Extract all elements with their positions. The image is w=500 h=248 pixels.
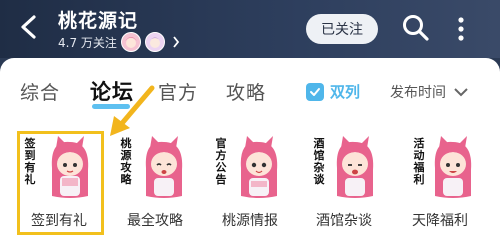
tab-bar: 综合 论坛 官方 攻略 双列 发布时间 [0, 58, 500, 122]
item-label: 桃源情报 [222, 213, 278, 229]
avatar [120, 32, 141, 52]
toggle-label: 双列 [330, 83, 361, 101]
annotation-arrow-icon [110, 85, 155, 136]
follow-button[interactable]: 已关注 [306, 14, 378, 44]
sort-label: 发布时间 [390, 85, 446, 101]
item-label: 签到有礼 [31, 213, 87, 229]
follower-info[interactable]: 4.7 万关注 [58, 32, 180, 52]
tab-official[interactable]: 官方 [158, 78, 198, 105]
check-icon [306, 82, 324, 101]
forum-item-news[interactable]: 官方公告 桃源情报 [205, 132, 295, 236]
sort-dropdown[interactable]: 发布时间 [390, 82, 468, 102]
follower-count: 4.7 万关注 [58, 35, 117, 50]
character-icon: 活动福利 [403, 134, 477, 202]
page-title: 桃花源记 [58, 10, 139, 32]
forum-item-checkin[interactable]: 签到有礼 签到有礼 [14, 132, 104, 236]
avatar [144, 32, 165, 52]
search-icon[interactable] [401, 13, 431, 43]
tab-general[interactable]: 综合 [20, 78, 60, 105]
double-column-toggle[interactable]: 双列 [306, 81, 360, 102]
chevron-down-icon [454, 87, 468, 96]
chevron-right-icon [173, 36, 180, 48]
more-vertical-icon[interactable] [452, 14, 470, 44]
app-header: 桃花源记 4.7 万关注 已关注 [0, 0, 500, 58]
back-arrow-icon[interactable] [18, 14, 40, 40]
item-label: 最全攻略 [127, 213, 183, 229]
character-icon: 签到有礼 [22, 134, 96, 202]
tab-guides[interactable]: 攻略 [226, 78, 266, 105]
item-label: 酒馆杂谈 [316, 213, 372, 229]
content-card: 综合 论坛 官方 攻略 双列 发布时间 签到有礼 签到有礼 桃 源 攻 略 最全… [0, 58, 500, 248]
character-icon: 酒馆杂谈 [307, 134, 381, 202]
item-label: 天降福利 [412, 213, 468, 229]
character-icon: 桃源攻略 [118, 134, 192, 202]
forum-item-welfare[interactable]: 活动福利 天降福利 [395, 132, 485, 236]
character-icon: 官方公告 [213, 134, 287, 202]
forum-item-guides[interactable]: 桃源攻略 最全攻略 [110, 132, 200, 236]
forum-item-tavern[interactable]: 酒馆杂谈 酒馆杂谈 [299, 132, 389, 236]
